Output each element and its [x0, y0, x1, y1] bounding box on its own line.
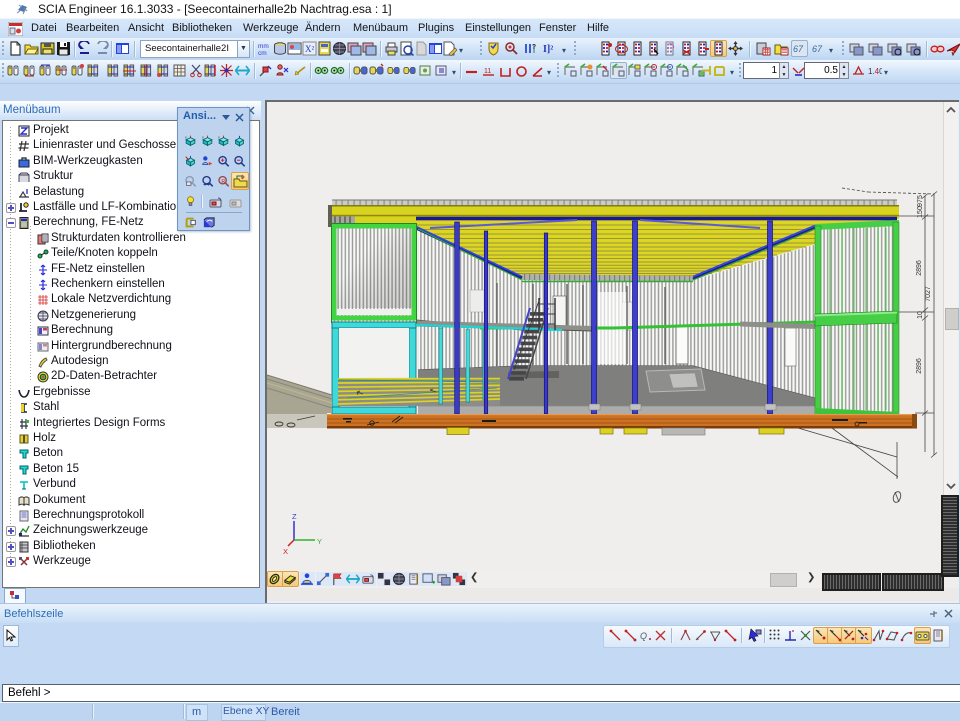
svg-text:10: 10 — [917, 311, 924, 319]
svg-text:7027: 7027 — [925, 286, 932, 302]
svg-text:150: 150 — [917, 206, 924, 218]
svg-text:Y: Y — [317, 537, 322, 546]
svg-text:Z: Z — [292, 512, 297, 521]
svg-text:1.40: 1.40 — [868, 67, 882, 76]
svg-text:11: 11 — [484, 68, 491, 75]
svg-text:X: X — [283, 547, 288, 556]
svg-text:2896: 2896 — [916, 260, 923, 276]
svg-text:2896: 2896 — [916, 358, 923, 374]
svg-text:975: 975 — [917, 195, 924, 207]
